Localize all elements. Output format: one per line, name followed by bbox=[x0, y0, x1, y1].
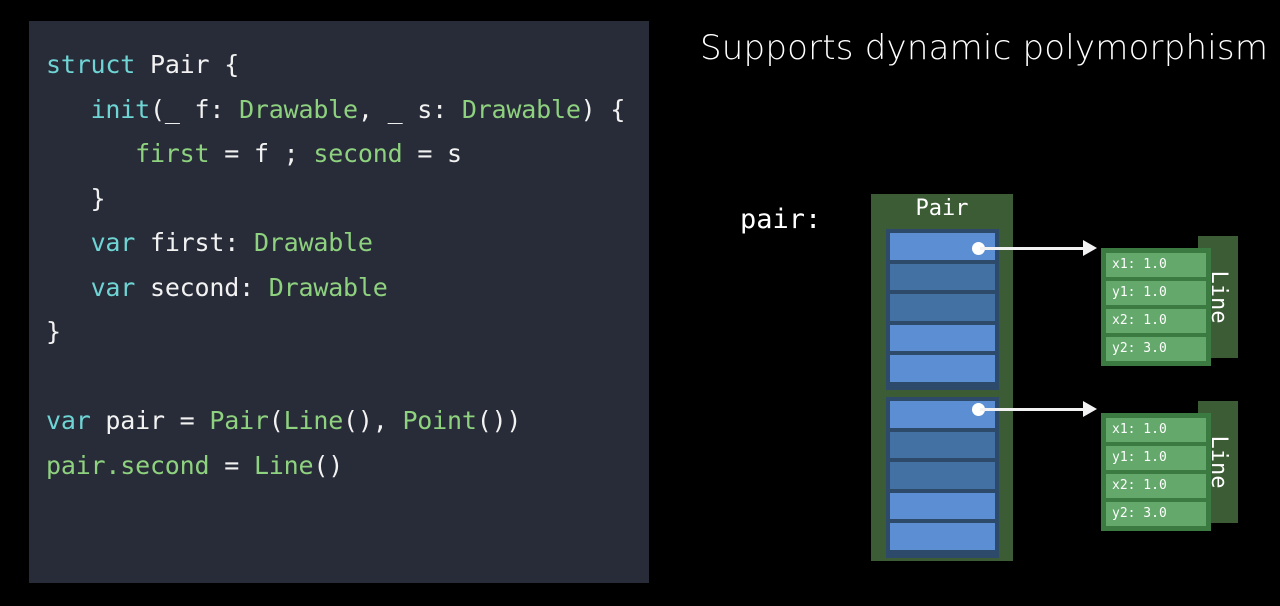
object-field: y2: 3.0 bbox=[1106, 337, 1206, 361]
slide-root: struct Pair { init(_ f: Drawable, _ s: D… bbox=[0, 0, 1280, 606]
existential-slot bbox=[890, 431, 995, 459]
memory-layout-diagram: pair: Pair Line x1: 1.0 y1: 1.0 x2: 1.0 y2: … bbox=[0, 0, 1280, 606]
object-field: y1: 1.0 bbox=[1106, 446, 1206, 470]
existential-container-second bbox=[886, 397, 999, 558]
pair-container-title: Pair bbox=[915, 196, 969, 221]
existential-slot bbox=[890, 355, 995, 382]
object-field: x1: 1.0 bbox=[1106, 418, 1206, 442]
object-field: x1: 1.0 bbox=[1106, 253, 1206, 277]
object-field: x2: 1.0 bbox=[1106, 309, 1206, 333]
existential-slot bbox=[890, 294, 995, 321]
pointer-arrow-line-second bbox=[980, 408, 1085, 411]
existential-slot bbox=[890, 263, 995, 291]
existential-slot bbox=[890, 324, 995, 352]
object-body: x1: 1.0 y1: 1.0 x2: 1.0 y2: 3.0 bbox=[1101, 248, 1211, 366]
object-body: x1: 1.0 y1: 1.0 x2: 1.0 y2: 3.0 bbox=[1101, 413, 1211, 531]
pointer-arrow-head-first bbox=[1083, 240, 1097, 256]
pair-variable-label: pair: bbox=[740, 204, 822, 235]
object-field: y1: 1.0 bbox=[1106, 281, 1206, 305]
object-field: y2: 3.0 bbox=[1106, 502, 1206, 526]
existential-slot bbox=[890, 492, 995, 520]
pointer-arrow-head-second bbox=[1083, 401, 1097, 417]
heap-object-line-2: Line x1: 1.0 y1: 1.0 x2: 1.0 y2: 3.0 bbox=[1101, 401, 1238, 531]
pointer-arrow-line-first bbox=[980, 247, 1085, 250]
existential-slot bbox=[890, 523, 995, 550]
existential-slot bbox=[890, 462, 995, 489]
heap-object-line-1: Line x1: 1.0 y1: 1.0 x2: 1.0 y2: 3.0 bbox=[1101, 236, 1238, 366]
object-field: x2: 1.0 bbox=[1106, 474, 1206, 498]
